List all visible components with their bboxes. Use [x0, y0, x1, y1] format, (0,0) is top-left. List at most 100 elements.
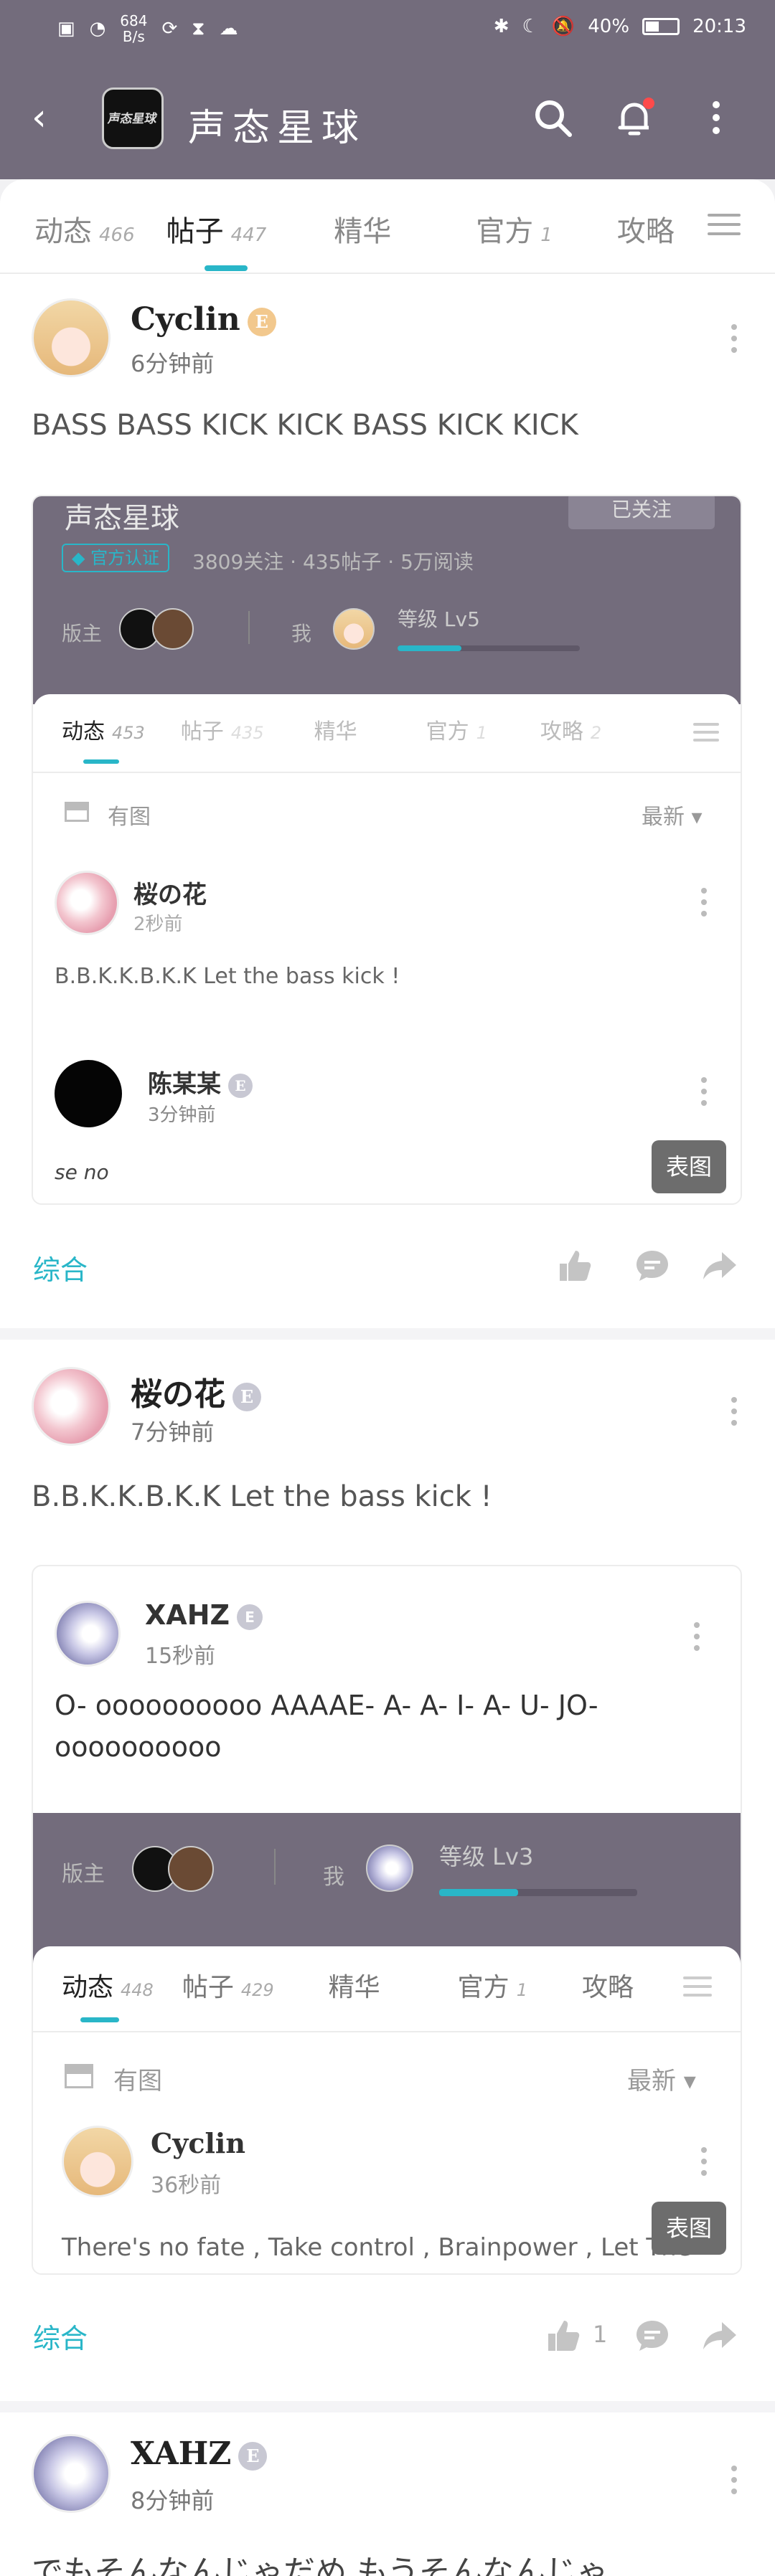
sync-icon: ⟳	[161, 18, 178, 39]
embed-me-label: 我	[291, 622, 312, 645]
embed-sort-label: 有图	[108, 805, 151, 830]
status-bar: ▣ ◔ 684 B/s ⟳ ⧗ ☁ ✱ ☾ 🔕 40% 20:13	[0, 0, 775, 59]
tab-posts[interactable]: 帖子 447	[166, 208, 266, 271]
category-tag[interactable]: 综合	[33, 1248, 88, 1287]
author-name[interactable]: XAHZ E	[131, 2435, 268, 2472]
avatar[interactable]	[32, 2434, 111, 2513]
level-badge: E	[232, 1382, 261, 1411]
embed-stats: 3809关注 · 435帖子 · 5万阅读	[192, 550, 474, 574]
level-badge: E	[238, 2441, 268, 2471]
mute-icon: 🔕	[551, 16, 576, 37]
community-logo[interactable]: 声态星球	[102, 87, 164, 149]
embed-level: 等级 Lv5	[398, 607, 480, 631]
level-progress	[439, 1889, 637, 1896]
avatar	[55, 1060, 122, 1127]
embed-tab-official: 官方 1	[426, 719, 487, 744]
post-time: 7分钟前	[131, 1419, 215, 1446]
embed-item-author: 桜の花	[133, 881, 207, 909]
main-tabs: 动态 466 帖子 447 精华 官方 1 攻略	[0, 205, 775, 271]
separator	[274, 1849, 276, 1885]
my-avatar	[333, 608, 375, 650]
owner-avatar	[152, 608, 194, 650]
embed-item-time: 3分钟前	[148, 1104, 216, 1126]
avatar[interactable]	[32, 298, 111, 377]
battery-percent: 40%	[588, 16, 630, 37]
like-icon[interactable]	[555, 1246, 594, 1285]
post-text: B.B.K.K.B.K.K Let the bass kick !	[32, 1480, 492, 1513]
tab-official[interactable]: 官方 1	[476, 208, 553, 250]
avatar	[55, 1601, 121, 1667]
embed-owner-label: 版主	[62, 1862, 105, 1887]
embed-author: XAHZ E	[145, 1599, 263, 1631]
my-avatar	[366, 1845, 413, 1892]
embed-community-name: 声态星球	[65, 502, 179, 535]
embed-tab-guides: 攻略	[581, 1973, 634, 2002]
embed-tab-posts: 帖子 429	[182, 1973, 274, 2002]
embedded-screenshot[interactable]: XAHZ E 15秒前 O- oooooooooo AAAAE- A- A- I-…	[32, 1565, 742, 2275]
post-text: でもそんなんじゃだめ もうそんなんじゃ	[32, 2554, 609, 2576]
back-icon[interactable]: ‹	[32, 99, 63, 136]
embed-item-time: 2秒前	[133, 914, 183, 935]
more-options-icon	[693, 1622, 700, 1652]
embed-text-line1: O- oooooooooo AAAAE- A- A- I- A- U- JO-	[55, 1690, 598, 1721]
embed-tabs: 动态 448 帖子 429 精华 官方 1 攻略	[33, 1965, 741, 2022]
owner-avatar	[168, 1846, 214, 1892]
separator	[248, 611, 250, 644]
network-speed: 684 B/s	[120, 12, 148, 45]
avatar	[55, 871, 119, 935]
sim-icon: ▣	[57, 18, 75, 39]
level-badge: E	[247, 307, 276, 336]
embed-tab-guides: 攻略 2	[540, 719, 602, 744]
tab-featured[interactable]: 精华	[334, 208, 391, 250]
post-card[interactable]: 桜の花 E 7分钟前 B.B.K.K.B.K.K Let the bass kic…	[0, 1340, 775, 2415]
post-text: BASS BASS KICK KICK BASS KICK KICK	[32, 409, 578, 442]
tab-dynamics[interactable]: 动态 466	[34, 208, 135, 250]
notification-bell-icon[interactable]	[611, 95, 657, 141]
post-card[interactable]: Cyclin E 6分钟前 BASS BASS KICK KICK BASS KI…	[0, 273, 775, 1334]
embedded-screenshot[interactable]: 声态星球 已关注 ◆ 官方认证 3809关注 · 435帖子 · 5万阅读 版主…	[32, 495, 742, 1205]
avatar[interactable]	[32, 1367, 111, 1446]
tab-list-icon[interactable]	[708, 214, 741, 238]
image-filter-icon	[65, 2064, 93, 2088]
share-icon[interactable]	[700, 2316, 739, 2355]
more-options-icon[interactable]	[731, 324, 738, 354]
embed-text-line2: oooooooooo	[55, 1731, 222, 1763]
embed-list-icon	[683, 1976, 712, 1998]
post-separator	[0, 1328, 775, 1340]
embed-me-label: 我	[323, 1865, 344, 1890]
more-options-icon[interactable]	[731, 1397, 738, 1427]
author-name[interactable]: Cyclin E	[131, 301, 276, 338]
search-icon[interactable]	[530, 95, 576, 141]
embed-sort-label: 有图	[113, 2067, 162, 2096]
battery-icon	[642, 18, 680, 35]
more-options-icon[interactable]	[731, 2466, 738, 2496]
post-card[interactable]: XAHZ E 8分钟前 でもそんなんじゃだめ もうそんなんじゃ	[0, 2412, 775, 2576]
embed-tab-posts: 帖子 435	[180, 719, 264, 744]
embed-divider	[33, 2031, 741, 2032]
category-tag[interactable]: 综合	[33, 2316, 88, 2356]
wechat-icon: ☁	[219, 18, 238, 39]
embed-inner-time: 36秒前	[151, 2173, 222, 2198]
page-title: 声态星球	[188, 107, 367, 150]
embed-list-icon	[693, 723, 719, 743]
notification-dot	[643, 98, 654, 109]
avatar	[62, 2126, 133, 2197]
more-options-icon	[700, 1077, 708, 1107]
embed-official-tag: ◆ 官方认证	[62, 544, 170, 572]
like-icon[interactable]	[544, 2316, 583, 2355]
active-tab-indicator	[204, 265, 248, 271]
clock: 20:13	[692, 16, 746, 37]
tab-guides[interactable]: 攻略	[617, 208, 675, 250]
hourglass-icon: ⧗	[192, 17, 205, 39]
post-separator	[0, 2401, 775, 2412]
embed-inner-text: There's no fate , Take control , Brainpo…	[62, 2233, 692, 2262]
nav-bar: ‹ 声态星球 声态星球	[0, 86, 775, 151]
embed-tab-official: 官方 1	[457, 1973, 527, 2002]
share-icon[interactable]	[700, 1246, 739, 1285]
image-filter-icon	[65, 802, 89, 822]
more-vertical-icon[interactable]	[693, 95, 739, 141]
author-name[interactable]: 桜の花 E	[131, 1368, 261, 1414]
more-options-icon	[700, 2147, 708, 2177]
comment-icon[interactable]	[633, 1246, 672, 1285]
comment-icon[interactable]	[633, 2316, 672, 2355]
